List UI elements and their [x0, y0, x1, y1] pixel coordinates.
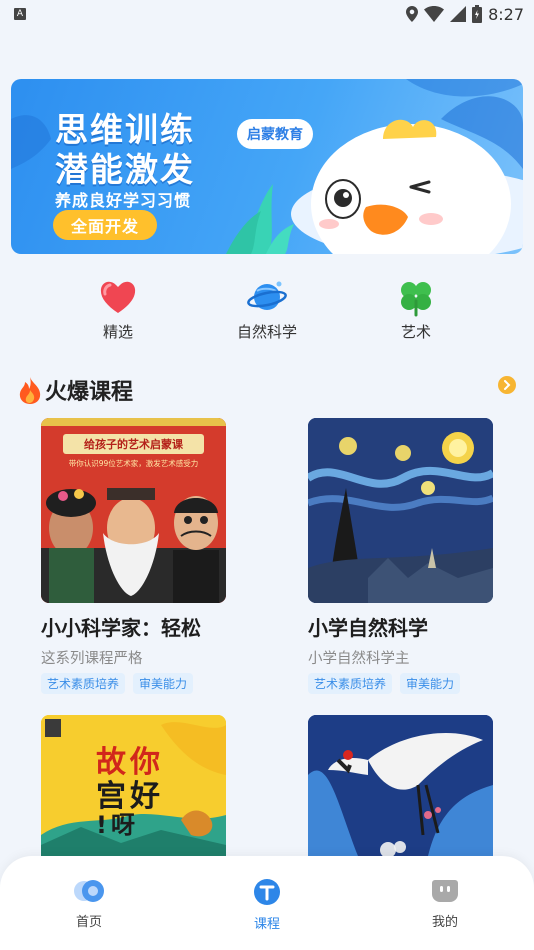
wifi-icon: [424, 6, 445, 22]
course-tag: 审美能力: [400, 673, 461, 694]
clover-icon: [401, 282, 431, 317]
status-bar: A 8:27: [0, 0, 534, 28]
course-cover-image: 故你 宫好 !呀: [41, 715, 226, 856]
course-cover-image: [308, 715, 493, 856]
course-cover-image: [308, 418, 493, 603]
nav-label: 课程: [253, 917, 280, 932]
course-tag: 艺术素质培养: [41, 673, 126, 694]
category-featured[interactable]: 精选: [73, 277, 163, 342]
battery-icon: [472, 5, 483, 23]
category-label: 精选: [102, 323, 133, 341]
course-description: 小学自然科学主: [308, 651, 410, 667]
nav-label: 首页: [75, 915, 102, 930]
course-cover-image: 给孩子的艺术启蒙课 带你认识99位艺术家，激发艺术感受力: [41, 418, 226, 603]
course-card[interactable]: 给孩子的艺术启蒙课 带你认识99位艺术家，激发艺术感受力 小小科学家：轻松 这系…: [41, 418, 241, 694]
clock: 8:27: [488, 4, 524, 24]
bottom-navigation: 首页 课程 我的: [0, 856, 534, 950]
category-natural-science[interactable]: 自然科学: [222, 277, 312, 342]
location-icon: [406, 6, 419, 22]
course-card[interactable]: 故你 宫好 !呀: [41, 715, 241, 856]
course-title: 小学自然科学: [308, 616, 428, 640]
course-cover-illustration: [308, 418, 493, 603]
course-title: 小小科学家：轻松: [41, 616, 201, 640]
category-label: 艺术: [400, 323, 431, 341]
nav-courses[interactable]: 课程: [227, 878, 307, 932]
heart-icon: [100, 281, 136, 313]
signal-icon: [450, 6, 467, 22]
chevron-right-icon: [504, 380, 511, 390]
course-card[interactable]: 小学自然科学 小学自然科学主 艺术素质培养 审美能力: [308, 418, 508, 694]
app-badge-icon: A: [14, 8, 26, 20]
banner-brand-badge: 启蒙教育: [237, 119, 313, 149]
course-tag: 审美能力: [133, 673, 194, 694]
home-icon: [74, 880, 104, 902]
course-icon: [254, 879, 280, 905]
cover-title-line3: !呀: [96, 811, 139, 839]
profile-icon: [432, 880, 458, 902]
course-description: 这系列课程严格: [41, 651, 143, 667]
section-title: 火爆课程: [45, 380, 134, 405]
planet-icon: [247, 281, 287, 310]
nav-label: 我的: [431, 915, 458, 930]
category-label: 自然科学: [236, 323, 297, 341]
section-header: 火爆课程: [17, 374, 133, 406]
banner-title-line2: 潜能激发: [55, 150, 195, 189]
banner-subtitle: 养成良好学习习惯: [55, 191, 192, 210]
cover-subtitle: 带你认识99位艺术家，激发艺术感受力: [68, 459, 199, 468]
nav-profile[interactable]: 我的: [405, 878, 485, 930]
nav-home[interactable]: 首页: [49, 878, 129, 930]
category-art[interactable]: 艺术: [371, 277, 461, 342]
promo-banner[interactable]: 思维训练 潜能激发 养成良好学习习惯 全面开发 启蒙教育: [11, 79, 523, 254]
course-tag: 艺术素质培养: [308, 673, 393, 694]
course-card[interactable]: [308, 715, 508, 856]
banner-cta-button[interactable]: 全面开发: [53, 210, 157, 240]
fire-icon: [19, 377, 41, 404]
course-cover-illustration: [308, 715, 493, 856]
section-more-button[interactable]: [498, 376, 516, 394]
course-tags: 艺术素质培养 审美能力: [41, 673, 241, 694]
course-tags: 艺术素质培养 审美能力: [308, 673, 508, 694]
cover-title: 给孩子的艺术启蒙课: [63, 434, 204, 454]
